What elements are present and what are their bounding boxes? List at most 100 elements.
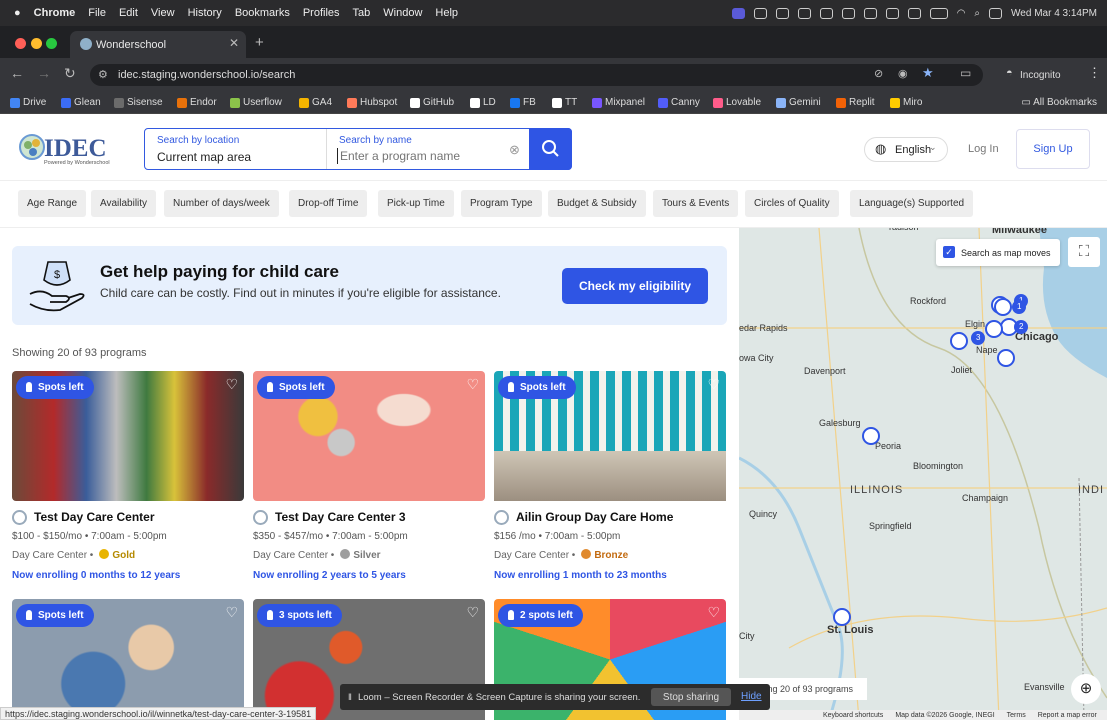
- program-name[interactable]: Ailin Group Day Care Home: [516, 510, 673, 524]
- status-icon-1[interactable]: [753, 7, 767, 19]
- map-pin[interactable]: [985, 320, 1003, 338]
- filter-chip[interactable]: Pick-up Time: [378, 190, 454, 217]
- address-bar[interactable]: idec.staging.wonderschool.io/search: [90, 64, 983, 86]
- favorite-heart-icon[interactable]: ♡: [225, 604, 238, 621]
- bookmark-ga4[interactable]: GA4: [299, 97, 332, 108]
- bookmark-miro[interactable]: Miro: [890, 97, 922, 108]
- filter-chip[interactable]: Language(s) Supported: [850, 190, 974, 217]
- hide-link[interactable]: Hide: [741, 691, 762, 702]
- search-button[interactable]: [529, 128, 572, 170]
- bookmark-gemini[interactable]: Gemini: [776, 97, 821, 108]
- program-card[interactable]: Spots left ♡: [12, 599, 244, 720]
- apple-icon[interactable]: ●: [14, 7, 21, 19]
- favorite-heart-icon[interactable]: ♡: [466, 376, 479, 393]
- status-icon-2[interactable]: [775, 7, 789, 19]
- locate-icon[interactable]: ⊕: [1071, 674, 1101, 704]
- maximize-window-button[interactable]: [46, 38, 57, 49]
- all-bookmarks[interactable]: ▭ All Bookmarks: [1021, 97, 1097, 108]
- forward-icon[interactable]: →: [37, 65, 51, 81]
- wifi-icon[interactable]: ◠: [957, 8, 966, 19]
- clear-icon[interactable]: ⊗: [509, 142, 520, 158]
- filter-chip[interactable]: Circles of Quality: [745, 190, 839, 217]
- bookmark-glean[interactable]: Glean: [61, 97, 101, 108]
- menu-bookmarks[interactable]: Bookmarks: [235, 7, 290, 19]
- back-icon[interactable]: ←: [10, 65, 24, 81]
- stop-sharing-button[interactable]: Stop sharing: [651, 688, 731, 706]
- menu-history[interactable]: History: [188, 7, 222, 19]
- program-card[interactable]: Spots left ♡ Ailin Group Day Care Home $…: [494, 371, 726, 591]
- check-eligibility-button[interactable]: Check my eligibility: [562, 268, 708, 304]
- minimize-window-button[interactable]: [31, 38, 42, 49]
- filter-chip[interactable]: Budget & Subsidy: [548, 190, 646, 217]
- bookmark-replit[interactable]: Replit: [836, 97, 875, 108]
- program-name[interactable]: Test Day Care Center: [34, 510, 155, 524]
- bookmark-userflow[interactable]: Userflow: [230, 97, 282, 108]
- menu-help[interactable]: Help: [435, 7, 458, 19]
- cast-icon[interactable]: ▭: [960, 66, 971, 80]
- tracking-icon[interactable]: ⊘: [874, 67, 883, 80]
- map-pin[interactable]: [994, 298, 1012, 316]
- bookmark-fb[interactable]: FB: [510, 97, 536, 108]
- menu-chrome[interactable]: Chrome: [34, 7, 76, 19]
- more-menu-icon[interactable]: ⋮: [1088, 65, 1101, 81]
- datetime[interactable]: Wed Mar 4 3:14PM: [1011, 8, 1097, 19]
- signup-button[interactable]: Sign Up: [1016, 129, 1090, 169]
- menu-profiles[interactable]: Profiles: [303, 7, 340, 19]
- new-tab-icon[interactable]: +: [255, 34, 264, 51]
- keyboard-shortcuts-link[interactable]: Keyboard shortcuts: [823, 712, 883, 719]
- bookmark-lovable[interactable]: Lovable: [713, 97, 761, 108]
- terms-link[interactable]: Terms: [1007, 712, 1026, 719]
- menu-view[interactable]: View: [151, 7, 175, 19]
- bookmark-star-icon[interactable]: ★: [922, 65, 934, 81]
- bookmark-ld[interactable]: LD: [470, 97, 496, 108]
- bookmark-hubspot[interactable]: Hubspot: [347, 97, 397, 108]
- fullscreen-icon[interactable]: ⛶: [1068, 237, 1100, 267]
- filter-chip[interactable]: Availability: [91, 190, 157, 217]
- status-icon-5[interactable]: [863, 7, 877, 19]
- filter-chip[interactable]: Age Range: [18, 190, 87, 217]
- location-input[interactable]: Current map area: [157, 150, 251, 164]
- program-name[interactable]: Test Day Care Center 3: [275, 510, 406, 524]
- map-pin[interactable]: [950, 332, 968, 350]
- bookmark-tt[interactable]: TT: [552, 97, 577, 108]
- program-card[interactable]: Spots left ♡ Test Day Care Center $100 -…: [12, 371, 244, 591]
- filter-chip[interactable]: Tours & Events: [653, 190, 739, 217]
- reload-icon[interactable]: ↻: [64, 65, 76, 82]
- site-info-icon[interactable]: ⚙: [98, 68, 108, 81]
- search-as-map-moves-checkbox[interactable]: Search as map moves: [936, 239, 1060, 266]
- close-window-button[interactable]: [15, 38, 26, 49]
- favorite-heart-icon[interactable]: ♡: [225, 376, 238, 393]
- menu-edit[interactable]: Edit: [119, 7, 138, 19]
- close-tab-icon[interactable]: ✕: [229, 36, 239, 50]
- screen-share-icon[interactable]: [731, 7, 745, 19]
- map-pin[interactable]: [862, 427, 880, 445]
- status-icon-3[interactable]: [797, 7, 811, 19]
- program-name-input[interactable]: [337, 148, 505, 164]
- battery-icon[interactable]: [929, 7, 948, 19]
- favorite-heart-icon[interactable]: ♡: [466, 604, 479, 621]
- status-icon-6[interactable]: [885, 7, 899, 19]
- menu-window[interactable]: Window: [383, 7, 422, 19]
- notion-icon[interactable]: [819, 7, 833, 19]
- filter-chip[interactable]: Number of days/week: [164, 190, 279, 217]
- menu-tab[interactable]: Tab: [353, 7, 371, 19]
- status-icon-4[interactable]: [841, 7, 855, 19]
- map-pin[interactable]: [997, 349, 1015, 367]
- bookmark-github[interactable]: GitHub: [410, 97, 454, 108]
- bookmark-mixpanel[interactable]: Mixpanel: [592, 97, 645, 108]
- login-link[interactable]: Log In: [968, 143, 999, 155]
- favorite-heart-icon[interactable]: ♡: [707, 376, 720, 393]
- map[interactable]: Milwaukee radison Rockford edar Rapids E…: [739, 228, 1107, 720]
- report-error-link[interactable]: Report a map error: [1038, 712, 1097, 719]
- bookmark-endor[interactable]: Endor: [177, 97, 217, 108]
- bookmark-sisense[interactable]: Sisense: [114, 97, 163, 108]
- program-card[interactable]: Spots left ♡ Test Day Care Center 3 $350…: [253, 371, 485, 591]
- search-icon[interactable]: ⌕: [974, 8, 980, 19]
- menu-file[interactable]: File: [88, 7, 106, 19]
- bookmark-canny[interactable]: Canny: [658, 97, 700, 108]
- eye-off-icon[interactable]: ◉: [898, 67, 908, 80]
- bluetooth-icon[interactable]: [907, 7, 921, 19]
- favorite-heart-icon[interactable]: ♡: [707, 604, 720, 621]
- map-pin[interactable]: [833, 608, 851, 626]
- bookmark-drive[interactable]: Drive: [10, 97, 46, 108]
